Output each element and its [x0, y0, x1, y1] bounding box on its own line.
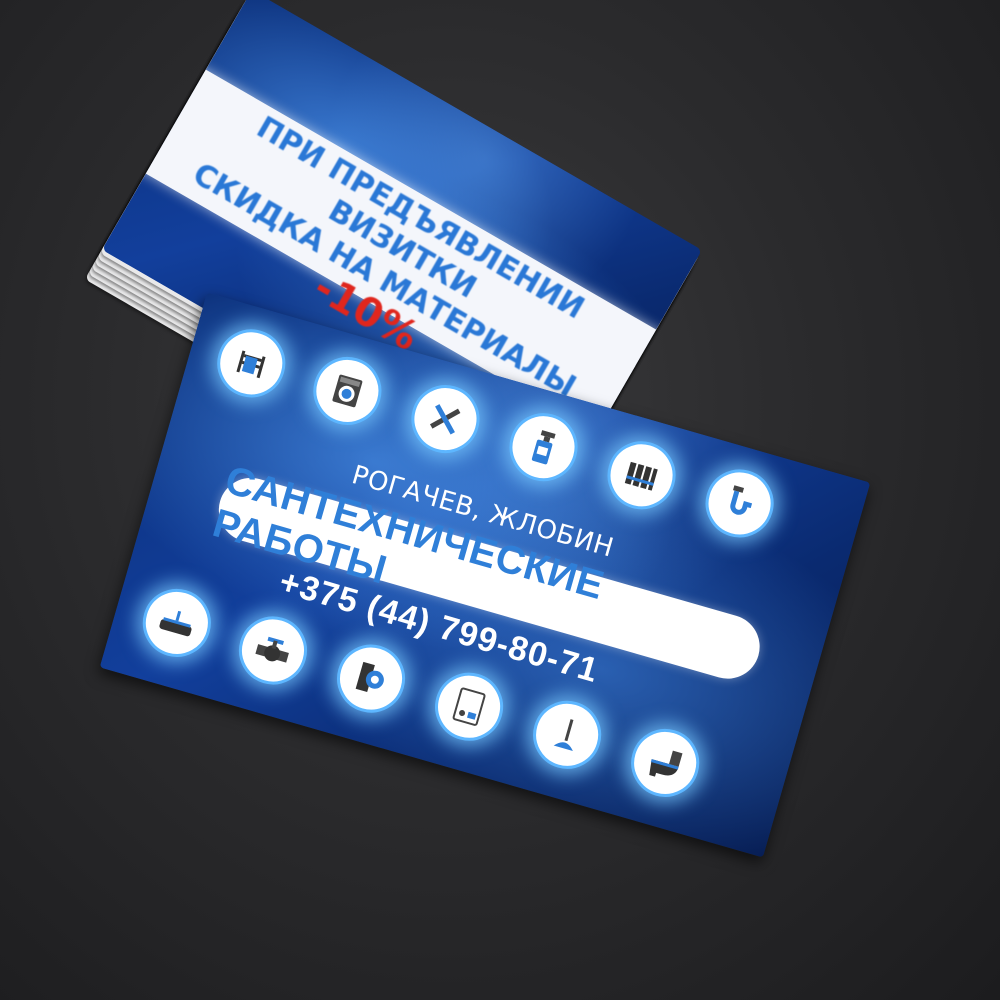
pump-icon	[328, 636, 414, 721]
spray-bottle-icon	[501, 405, 586, 490]
valve-icon	[230, 608, 316, 693]
toilet-icon	[623, 720, 708, 805]
washing-machine-icon	[305, 348, 390, 433]
boiler-icon	[427, 664, 512, 749]
bathtub-icon	[134, 580, 219, 665]
siphon-icon	[697, 461, 782, 546]
radiator-icon	[599, 433, 684, 518]
front-card: РОГАЧЕВ, ЖЛОБИН САНТЕХНИЧЕСКИЕ РАБОТЫ +3…	[99, 292, 871, 858]
plunger-icon	[525, 692, 610, 777]
wrench-icon	[403, 377, 488, 462]
towel-rail-icon	[209, 321, 294, 406]
